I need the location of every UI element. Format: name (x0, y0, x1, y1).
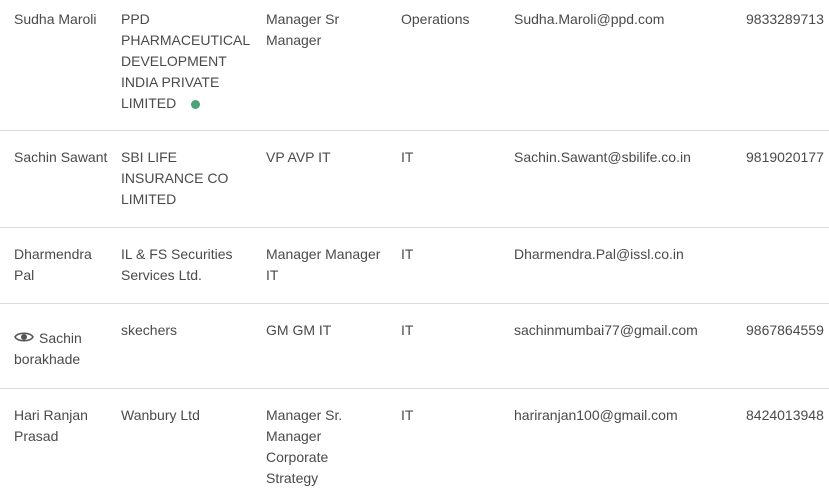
email[interactable]: sachinmumbai77@gmail.com (514, 320, 740, 341)
eye-icon[interactable] (14, 330, 34, 344)
contact-name[interactable]: Dharmendra Pal (14, 244, 114, 286)
table-row[interactable]: Hari Ranjan Prasad Wanbury Ltd Manager S… (0, 389, 829, 497)
company-cell: PPD PHARMACEUTICAL DEVELOPMENT INDIA PRI… (121, 9, 251, 114)
phone[interactable]: 8424013948 (746, 405, 829, 426)
email[interactable]: hariranjan100@gmail.com (514, 405, 740, 426)
department: IT (401, 407, 414, 423)
contact-name[interactable]: Hari Ranjan Prasad (14, 405, 114, 447)
table-row[interactable]: Sachin Sawant SBI LIFE INSURANCE CO LIMI… (0, 131, 829, 228)
email[interactable]: Dharmendra.Pal@issl.co.in (514, 244, 740, 265)
department: IT (401, 322, 414, 338)
status-dot-icon (191, 100, 201, 109)
contacts-table: Sudha Maroli PPD PHARMACEUTICAL DEVELOPM… (0, 0, 829, 497)
phone[interactable]: 9819020177 (746, 147, 829, 168)
email[interactable]: Sachin.Sawant@sbilife.co.in (514, 147, 740, 168)
table-row[interactable]: Dharmendra Pal IL & FS Securities Servic… (0, 228, 829, 304)
contact-name[interactable]: Sachin Sawant (14, 147, 114, 168)
designation: GM GM IT (266, 322, 332, 338)
phone[interactable]: 9833289713 (746, 9, 829, 30)
contact-name[interactable]: Sudha Maroli (14, 9, 114, 30)
company-name: skechers (121, 322, 178, 338)
company-name: PPD PHARMACEUTICAL DEVELOPMENT INDIA PRI… (121, 11, 250, 111)
company-name: Wanbury Ltd (121, 407, 200, 423)
department: IT (401, 149, 414, 165)
designation: Manager Sr Manager (266, 11, 340, 48)
designation: VP AVP IT (266, 149, 331, 165)
department: Operations (401, 11, 470, 27)
phone[interactable]: 9867864559 (746, 320, 829, 341)
table-row[interactable]: Sachin borakhade skechers GM GM IT IT sa… (0, 304, 829, 389)
designation: Manager Sr. Manager Corporate Strategy (266, 407, 343, 486)
company-name: IL & FS Securities Services Ltd. (121, 246, 233, 283)
table-row[interactable]: Sudha Maroli PPD PHARMACEUTICAL DEVELOPM… (0, 0, 829, 131)
contact-name-cell[interactable]: Sachin borakhade (14, 328, 114, 370)
designation: Manager Manager IT (266, 246, 381, 283)
company-name: SBI LIFE INSURANCE CO LIMITED (121, 149, 229, 207)
department: IT (401, 246, 414, 262)
email[interactable]: Sudha.Maroli@ppd.com (514, 9, 740, 30)
